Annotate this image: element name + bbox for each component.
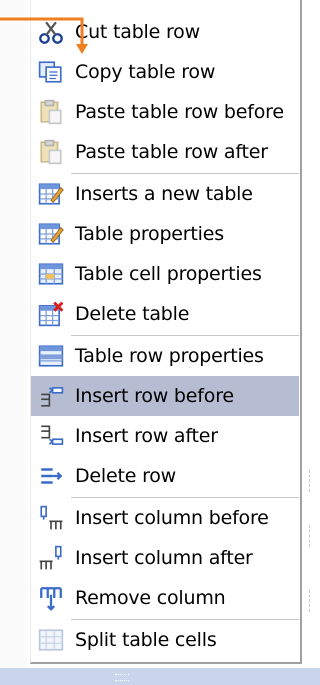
menu-item-remove-column[interactable]: Remove column	[31, 578, 299, 618]
menu-item-label: Inserts a new table	[75, 183, 253, 205]
cut-icon	[31, 12, 71, 52]
menu-item-label: Split table cells	[75, 629, 217, 651]
menu-item-paste-table-row-before[interactable]: Paste table row before	[31, 92, 299, 132]
menu-item-label: Table cell properties	[75, 263, 262, 285]
menu-item-label: Insert column before	[75, 507, 269, 529]
menu-item-label: Insert row before	[75, 385, 234, 407]
background-scrollbar	[0, 668, 320, 685]
delete-table-icon	[31, 294, 71, 334]
remove-column-icon	[31, 578, 71, 618]
menu-item-insert-row-before[interactable]: Insert row before	[31, 376, 299, 416]
menu-item-table-cell-properties[interactable]: Table cell properties	[31, 254, 299, 294]
insert-row-before-icon	[31, 376, 71, 416]
background-cell-border	[309, 470, 311, 492]
insert-table-icon	[31, 174, 71, 214]
insert-column-before-icon	[31, 498, 71, 538]
menu-item-insert-column-before[interactable]: Insert column before	[31, 498, 299, 538]
split-cells-icon	[31, 620, 71, 660]
table-properties-icon	[31, 214, 71, 254]
menu-item-label: Delete row	[75, 465, 177, 487]
menu-item-insert-row-after[interactable]: Insert row after	[31, 416, 299, 456]
menu-item-paste-table-row-after[interactable]: Paste table row after	[31, 132, 299, 172]
menu-item-label: Paste table row after	[75, 141, 268, 163]
menu-item-table-row-properties[interactable]: Table row properties	[31, 336, 299, 376]
menu-item-split-table-cells[interactable]: Split table cells	[31, 620, 299, 660]
background-page-left	[0, 0, 28, 685]
cell-properties-icon	[31, 254, 71, 294]
menu-item-label: Insert row after	[75, 425, 218, 447]
paste-icon	[31, 92, 71, 132]
background-cell-border	[309, 590, 311, 612]
menu-item-label: Table properties	[75, 223, 224, 245]
menu-item-cut-table-row[interactable]: Cut table row	[31, 12, 299, 52]
insert-row-after-icon	[31, 416, 71, 456]
menu-item-insert-column-after[interactable]: Insert column after	[31, 538, 299, 578]
menu-item-label: Paste table row before	[75, 101, 284, 123]
menu-item-copy-table-row[interactable]: Copy table row	[31, 52, 299, 92]
menu-item-inserts-a-new-table[interactable]: Inserts a new table	[31, 174, 299, 214]
background-page-right	[304, 0, 320, 685]
menu-item-delete-row[interactable]: Delete row	[31, 456, 299, 496]
menu-item-table-properties[interactable]: Table properties	[31, 214, 299, 254]
row-properties-icon	[31, 336, 71, 376]
menu-item-delete-table[interactable]: Delete table	[31, 294, 299, 334]
menu-item-label: Table row properties	[75, 345, 264, 367]
menu-item-label: Remove column	[75, 587, 226, 609]
insert-column-after-icon	[31, 538, 71, 578]
menu-item-label: Cut table row	[75, 21, 200, 43]
menu-item-label: Copy table row	[75, 61, 216, 83]
menu-item-label: Delete table	[75, 303, 190, 325]
table-context-menu: Cut table row Copy table row Paste table…	[30, 0, 302, 664]
scrollbar-grip	[115, 674, 129, 681]
background-cell-border	[309, 525, 311, 547]
menu-item-label: Insert column after	[75, 547, 253, 569]
copy-icon	[31, 52, 71, 92]
delete-row-icon	[31, 456, 71, 496]
paste-icon	[31, 132, 71, 172]
